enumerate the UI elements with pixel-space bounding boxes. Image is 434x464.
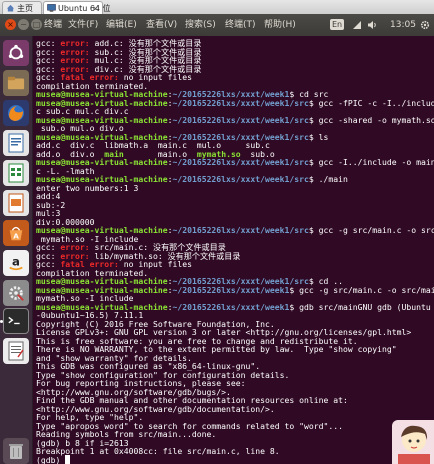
firefox-icon[interactable] <box>3 100 29 126</box>
launcher: A a <box>0 36 33 464</box>
menu-help[interactable]: 帮助(H) <box>264 19 296 31</box>
terminal-text: $ gcc -I../include -o main main. <box>308 157 434 167</box>
gear-icon[interactable] <box>420 20 430 30</box>
files-icon[interactable] <box>3 70 29 96</box>
terminal-line: (gdb) <box>36 454 71 464</box>
menu-view[interactable]: 查看(V) <box>146 19 177 31</box>
terminal-icon[interactable] <box>3 308 29 334</box>
menu-edit[interactable]: 编辑(E) <box>106 19 137 31</box>
terminal-text: ~/20165226lxs/xxxt/week1/src <box>172 174 309 184</box>
terminal-output[interactable]: gcc: error: add.c: 没有那个文件或目录 gcc: error: … <box>33 36 434 464</box>
minimize-window-button[interactable]: − <box>18 19 29 30</box>
menu-file[interactable]: 文件(F) <box>68 19 98 31</box>
trash-icon[interactable] <box>3 438 29 464</box>
terminal-text: ~/20165226lxs/xxxt/week1/src <box>172 114 309 125</box>
tab-home-label: 主页 <box>17 4 33 13</box>
terminal-text: $ ./main <box>308 174 348 184</box>
dash-icon[interactable] <box>3 40 29 66</box>
terminal-text: $ gcc -g src/main.c -o src/main <box>308 225 434 235</box>
system-settings-icon[interactable] <box>3 280 29 306</box>
terminal-text: $ gdb src/mainGNU gdb (Ubuntu 7.11.1 <box>289 301 431 312</box>
terminal-text: (gdb) <box>36 454 66 464</box>
terminal-line: Breakpoint 1 at 0x4008cc: file src/main.… <box>36 446 280 456</box>
libreoffice-impress-icon[interactable] <box>3 190 29 216</box>
terminal-text: ~/20165226lxs/xxxt/week1 <box>172 284 290 295</box>
avatar <box>392 420 434 464</box>
tab-ubuntu-vm[interactable]: Ubuntu 64 位 × <box>43 1 111 14</box>
maximize-window-button[interactable]: □ <box>31 19 42 30</box>
terminal-line: musea@musea-virtual-machine:~/20165226lx… <box>36 157 434 167</box>
terminal-text: ~/20165226lxs/xxxt/week1/src <box>172 97 309 108</box>
text-editor-icon[interactable] <box>3 338 29 364</box>
terminal-text: $ gcc -shared -o mymath.so add.o <box>308 114 434 125</box>
libreoffice-writer-icon[interactable] <box>3 130 29 156</box>
menu-terminal-title: 终端 <box>44 20 63 30</box>
terminal-text: $ gcc -g src/main.c -o src/main lib/ <box>289 284 434 295</box>
menu-search[interactable]: 搜索(S) <box>185 19 216 31</box>
top-panel: × − □ 终端 文件(F) 编辑(E) 查看(V) 搜索(S) 终端(T) 帮… <box>0 14 434 36</box>
close-window-button[interactable]: × <box>5 19 16 30</box>
svg-text:a: a <box>12 255 20 269</box>
input-method-indicator[interactable]: En <box>330 19 345 30</box>
tab-ubuntu-label: Ubuntu 64 位 <box>58 4 111 13</box>
vm-tab-bar: 主页 Ubuntu 64 位 × <box>0 0 434 15</box>
terminal-text: ~/20165226lxs/xxxt/week1/src <box>172 225 309 235</box>
terminal-cursor <box>65 454 71 464</box>
svg-text:A: A <box>13 231 19 240</box>
menu-terminal[interactable]: 终端(T) <box>225 19 256 31</box>
vm-icon <box>47 4 56 12</box>
tab-home[interactable]: 主页 <box>2 1 42 14</box>
terminal-text: Breakpoint 1 at 0x4008cc: file src/main.… <box>36 446 280 456</box>
amazon-icon[interactable]: a <box>3 250 29 276</box>
terminal-text: ~/20165226lxs/xxxt/week1 <box>172 301 290 312</box>
terminal-text: $ gcc -fPIC -c -I../include add. <box>308 97 434 108</box>
software-center-icon[interactable]: A <box>3 220 29 246</box>
network-icon[interactable] <box>352 20 362 30</box>
home-icon <box>6 4 15 12</box>
volume-icon[interactable] <box>367 20 377 30</box>
libreoffice-calc-icon[interactable] <box>3 160 29 186</box>
terminal-text: $ ls <box>308 131 329 142</box>
terminal-text: ~/20165226lxs/xxxt/week1/src <box>172 157 309 167</box>
clock[interactable]: 13:05 <box>390 19 416 31</box>
